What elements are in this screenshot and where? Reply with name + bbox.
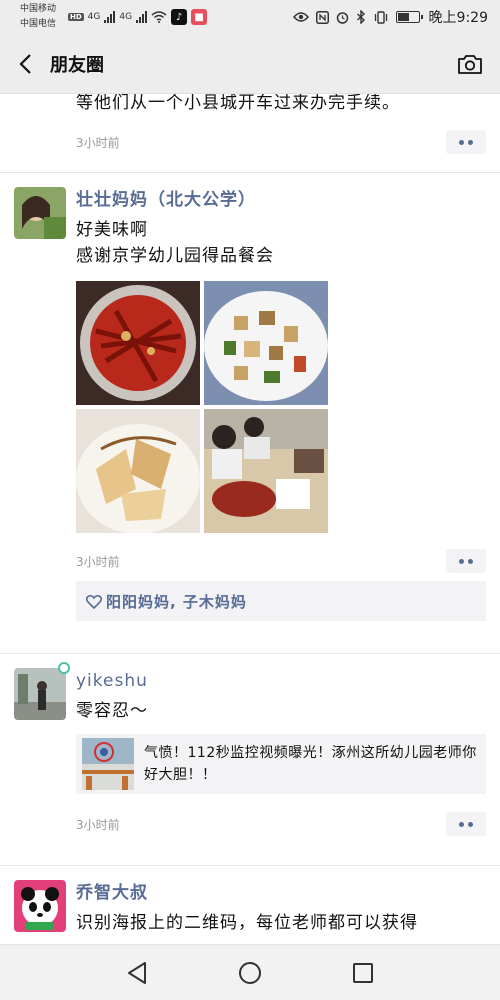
post-author[interactable]: 乔智大叔 [76, 880, 486, 906]
shared-link-card[interactable]: 气愤！112秒监控视频曝光！涿州这所幼儿园老师你好大胆！！ [76, 734, 486, 794]
net-type-1: 4G [87, 12, 101, 22]
post-text-line-2: 感谢京学幼儿园得品餐会 [76, 246, 274, 266]
moments-feed[interactable]: 等他们从一个小县城开车过来办完手续。 3小时前 壮壮妈妈（北大公学） 好美味啊 … [0, 94, 500, 944]
likes-names[interactable]: 阳阳妈妈, 子木妈妈 [106, 591, 247, 612]
nav-bar: 朋友圈 [0, 34, 500, 94]
square-recents-icon [353, 962, 374, 983]
system-home-button[interactable] [230, 953, 270, 993]
signal-bars-2-icon [136, 11, 148, 23]
status-bar: 中国移动 中国电信 HD 4G 4G ♪ ■ 晚上9:29 [0, 0, 500, 34]
post: 等他们从一个小县城开车过来办完手续。 3小时前 [0, 94, 500, 173]
avatar[interactable] [14, 668, 66, 720]
post: 壮壮妈妈（北大公学） 好美味啊 感谢京学幼儿园得品餐会 3小时前 阳阳妈妈, 子… [0, 173, 500, 654]
bluetooth-icon [356, 10, 365, 24]
carrier-1: 中国移动 [20, 4, 57, 14]
more-options-button[interactable] [446, 812, 486, 836]
triangle-back-icon [127, 961, 146, 984]
photo-stir-fry[interactable] [204, 281, 328, 405]
more-options-button[interactable] [446, 130, 486, 154]
nfc-icon [315, 10, 329, 24]
post-meta: 3小时前 [76, 810, 486, 838]
online-status-icon [58, 662, 70, 674]
system-back-button[interactable] [117, 953, 157, 993]
post-text: 等他们从一个小县城开车过来办完手续。 [76, 94, 400, 113]
post-time: 3小时前 [76, 817, 120, 832]
carrier-names: 中国移动 中国电信 [20, 2, 64, 32]
avatar[interactable] [14, 187, 66, 239]
post-time: 3小时前 [76, 135, 120, 150]
post: yikeshu 零容忍～ 气愤！112秒监控视频曝光！涿州这所幼儿园老师你好大胆… [0, 654, 500, 866]
photo-crayfish[interactable] [76, 281, 200, 405]
vibrate-icon [374, 10, 387, 24]
link-thumbnail [82, 738, 134, 790]
post-meta: 3小时前 [76, 128, 486, 156]
page-title: 朋友圈 [50, 54, 104, 76]
alarm-icon [336, 11, 348, 24]
battery-icon [395, 11, 423, 23]
post-meta: 3小时前 [76, 547, 486, 575]
system-navigation-bar [0, 944, 500, 1000]
photo-grid [76, 281, 486, 533]
post: 乔智大叔 识别海报上的二维码，每位老师都可以获得 [0, 866, 500, 944]
more-options-button[interactable] [446, 549, 486, 573]
photo-dinner-party[interactable] [204, 409, 328, 533]
status-time: 晚上9:29 [428, 10, 488, 26]
eye-icon [292, 12, 309, 22]
app-notification-icon: ■ [191, 9, 208, 25]
signal-bars-1-icon [104, 11, 116, 23]
photo-tofu-dish[interactable] [76, 409, 200, 533]
back-arrow-icon [19, 53, 31, 74]
carrier-2: 中国电信 [20, 19, 57, 29]
heart-icon [86, 594, 102, 609]
camera-icon [458, 54, 482, 74]
likes-bar: 阳阳妈妈, 子木妈妈 [76, 581, 486, 621]
wifi-icon [151, 11, 167, 23]
camera-button[interactable] [440, 34, 500, 94]
post-text: 识别海报上的二维码，每位老师都可以获得 [76, 913, 418, 933]
signal-group: HD 4G 4G ♪ ■ [68, 9, 208, 25]
status-right: 晚上9:29 [292, 7, 488, 27]
post-text: 零容忍～ [76, 701, 148, 721]
avatar[interactable] [14, 880, 66, 932]
system-recents-button[interactable] [343, 953, 383, 993]
post-text-line-1: 好美味啊 [76, 220, 148, 240]
back-button[interactable] [0, 34, 50, 94]
tiktok-icon: ♪ [171, 9, 188, 25]
circle-home-icon [238, 961, 261, 984]
post-time: 3小时前 [76, 554, 120, 569]
post-author[interactable]: yikeshu [76, 668, 486, 694]
post-author[interactable]: 壮壮妈妈（北大公学） [76, 187, 486, 213]
link-title: 气愤！112秒监控视频曝光！涿州这所幼儿园老师你好大胆！！ [144, 745, 477, 783]
hd-badge: HD [68, 13, 84, 21]
net-type-2: 4G [119, 12, 133, 22]
